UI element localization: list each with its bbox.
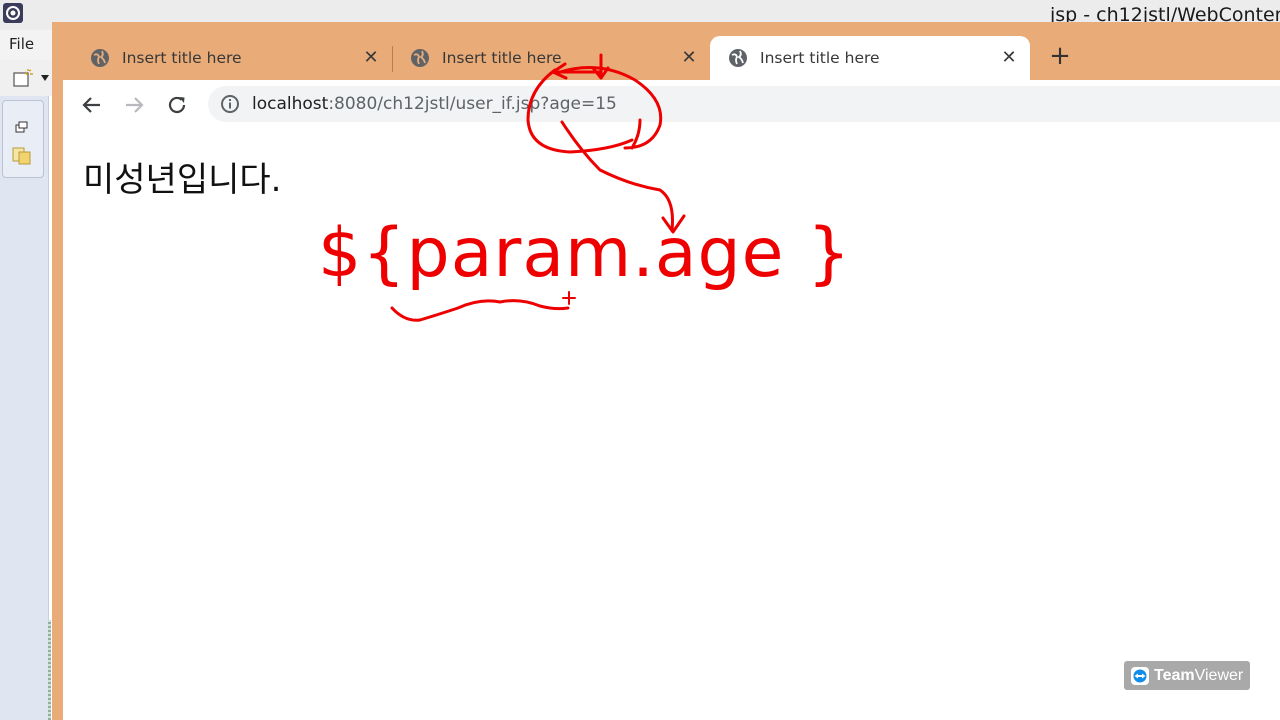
eclipse-side-trim: [0, 96, 49, 720]
url-path: :8080/ch12jstl/user_if.jsp?age=15: [328, 94, 617, 114]
restore-icon[interactable]: [15, 121, 29, 133]
close-icon[interactable]: ✕: [678, 46, 700, 68]
tab-title: Insert title here: [122, 49, 242, 67]
back-button[interactable]: [78, 91, 106, 119]
close-icon[interactable]: ✕: [998, 46, 1020, 68]
close-icon[interactable]: ✕: [360, 46, 382, 68]
page-body-text: 미성년입니다.: [83, 160, 282, 200]
teamviewer-label-bold: Team: [1154, 666, 1195, 684]
menu-file[interactable]: File: [9, 35, 34, 53]
minimized-view-stack: [2, 100, 44, 178]
handwritten-annotation: ${param.age }: [318, 214, 852, 293]
tab-insert-title-2[interactable]: Insert title here ✕: [392, 36, 710, 80]
reload-button[interactable]: [163, 91, 191, 119]
address-bar[interactable]: localhost:8080/ch12jstl/user_if.jsp?age=…: [208, 86, 1280, 122]
globe-icon: [411, 49, 429, 67]
eclipse-sash[interactable]: [48, 620, 51, 720]
package-explorer-icon[interactable]: [12, 147, 32, 165]
reload-icon: [168, 96, 186, 114]
eclipse-logo-icon: [3, 3, 23, 23]
url-text[interactable]: localhost:8080/ch12jstl/user_if.jsp?age=…: [252, 94, 617, 114]
teamviewer-icon: [1131, 666, 1149, 685]
url-host: localhost: [252, 94, 329, 114]
info-icon[interactable]: [220, 94, 240, 114]
eclipse-toolbar: [0, 60, 52, 96]
arrow-right-icon: [126, 97, 144, 113]
teamviewer-label: TeamViewer: [1154, 667, 1243, 685]
tab-insert-title-3-active[interactable]: Insert title here ✕: [710, 36, 1030, 80]
eclipse-menubar: File: [0, 30, 52, 60]
arrow-left-icon: [82, 97, 100, 113]
browser-toolbar: localhost:8080/ch12jstl/user_if.jsp?age=…: [63, 80, 1280, 130]
dropdown-arrow-icon[interactable]: [40, 74, 50, 82]
new-wizard-icon[interactable]: [12, 69, 34, 89]
tab-insert-title-1[interactable]: Insert title here ✕: [52, 36, 392, 80]
teamviewer-badge: TeamViewer: [1124, 661, 1250, 690]
forward-button[interactable]: [120, 91, 148, 119]
teamviewer-label-rest: Viewer: [1194, 666, 1244, 684]
page-content: 미성년입니다. ${param.age }: [63, 130, 1280, 720]
new-tab-button[interactable]: +: [1046, 41, 1074, 71]
tab-title: Insert title here: [442, 49, 562, 67]
globe-icon: [91, 49, 109, 67]
globe-icon: [729, 49, 747, 67]
tab-title: Insert title here: [760, 49, 880, 67]
